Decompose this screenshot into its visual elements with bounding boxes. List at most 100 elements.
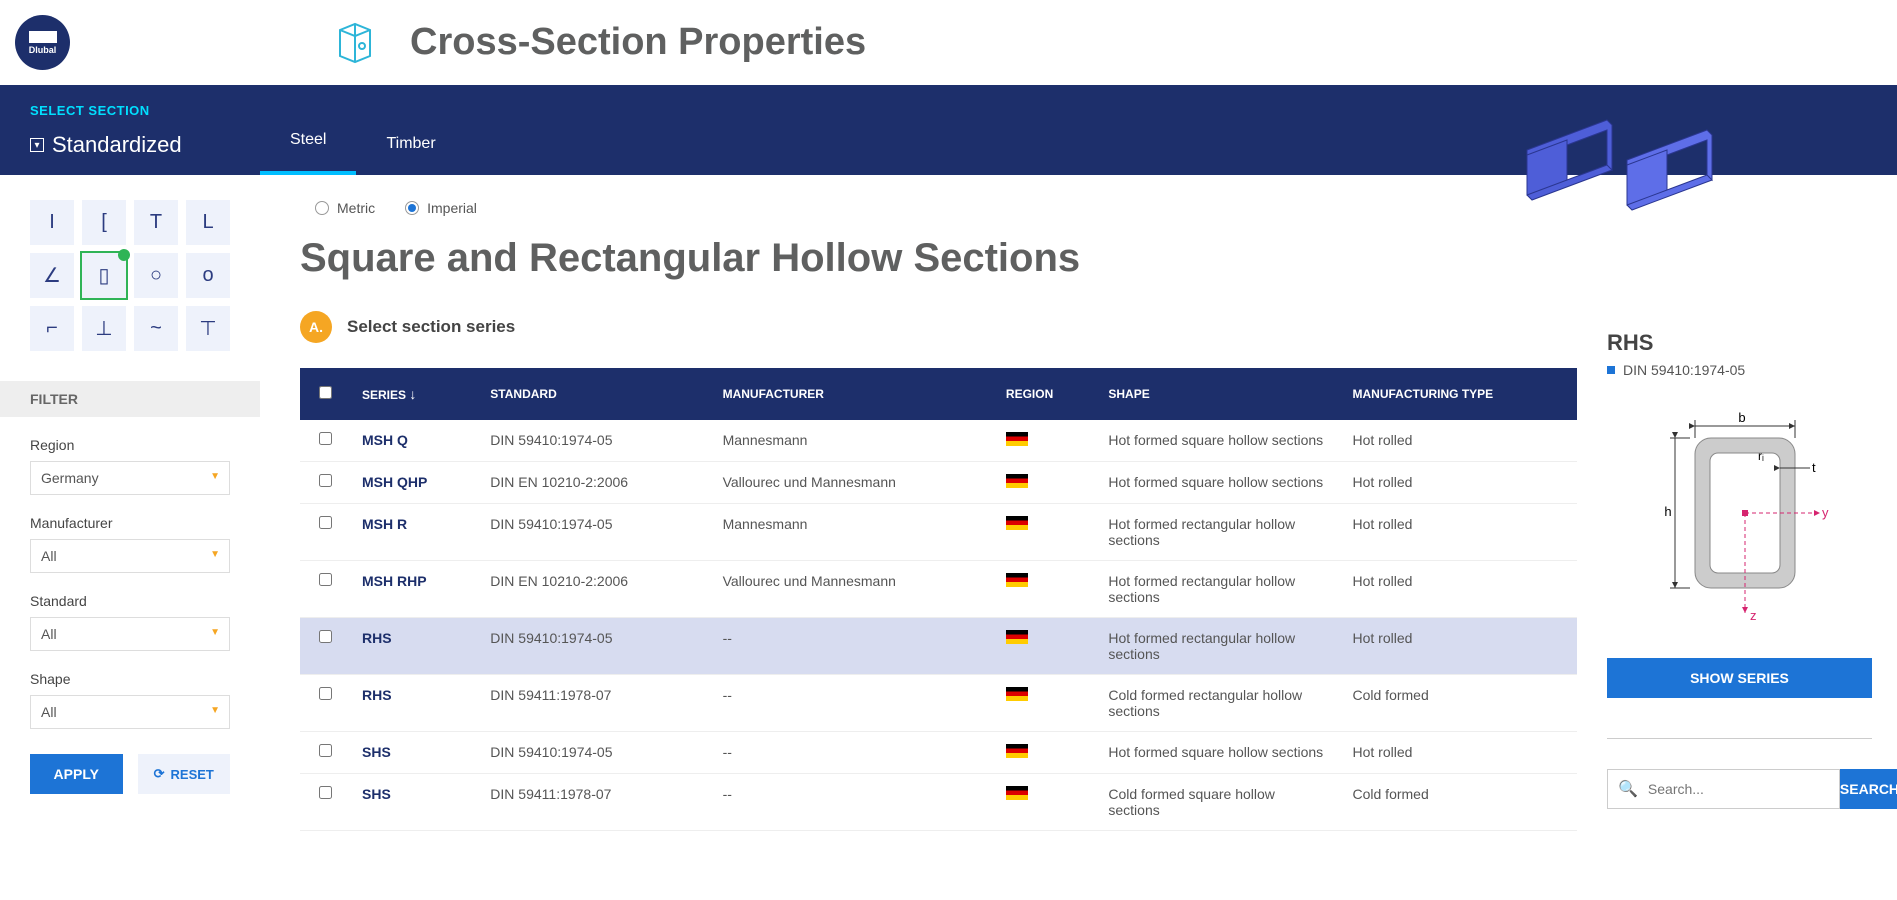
mfg-type-cell: Hot rolled xyxy=(1341,561,1578,618)
flag-de-icon xyxy=(1006,573,1028,587)
table-row[interactable]: MSH RHPDIN EN 10210-2:2006Vallourec und … xyxy=(300,561,1577,618)
th-checkbox[interactable] xyxy=(300,368,350,420)
standard-cell: DIN 59410:1974-05 xyxy=(478,420,710,462)
th-series[interactable]: SERIES ↓ xyxy=(350,368,478,420)
row-checkbox[interactable] xyxy=(319,516,332,529)
page-title: Cross-Section Properties xyxy=(410,21,866,64)
filter-manufacturer-label: Manufacturer xyxy=(30,515,230,531)
region-cell xyxy=(994,732,1096,774)
section-book-icon xyxy=(330,18,380,68)
search-input[interactable] xyxy=(1648,781,1829,797)
filter-shape-select[interactable]: All xyxy=(30,695,230,729)
shape-cell: Hot formed square hollow sections xyxy=(1096,462,1340,504)
filter-heading: FILTER xyxy=(30,391,230,407)
shape-option-4[interactable]: ∠ xyxy=(30,253,74,298)
shape-option-8[interactable]: ⌐ xyxy=(30,306,74,351)
unit-imperial-radio[interactable]: Imperial xyxy=(405,200,477,216)
region-cell xyxy=(994,420,1096,462)
shape-option-7[interactable]: o xyxy=(186,253,230,298)
shape-option-0[interactable]: I xyxy=(30,200,74,245)
shape-option-1[interactable]: [ xyxy=(82,200,126,245)
mfg-type-cell: Hot rolled xyxy=(1341,420,1578,462)
series-cell[interactable]: SHS xyxy=(350,732,478,774)
th-shape[interactable]: SHAPE xyxy=(1096,368,1340,420)
th-manufacturer[interactable]: MANUFACTURER xyxy=(711,368,994,420)
series-cell[interactable]: RHS xyxy=(350,675,478,732)
unit-imperial-label: Imperial xyxy=(427,200,477,216)
series-cell[interactable]: MSH R xyxy=(350,504,478,561)
brand-logo[interactable]: Dlubal xyxy=(15,15,70,70)
svg-text:z: z xyxy=(1750,608,1757,623)
mfg-type-cell: Cold formed xyxy=(1341,675,1578,732)
filter-standard-select[interactable]: All xyxy=(30,617,230,651)
chevron-down-icon: ▾ xyxy=(30,138,44,152)
manufacturer-cell: Mannesmann xyxy=(711,504,994,561)
shape-cell: Hot formed rectangular hollow sections xyxy=(1096,618,1340,675)
radio-icon xyxy=(315,201,329,215)
table-row[interactable]: MSH QHPDIN EN 10210-2:2006Vallourec und … xyxy=(300,462,1577,504)
manufacturer-cell: Vallourec und Mannesmann xyxy=(711,462,994,504)
region-cell xyxy=(994,675,1096,732)
filter-shape-label: Shape xyxy=(30,671,230,687)
reset-button[interactable]: ⟳ RESET xyxy=(138,754,231,794)
step-badge: A. xyxy=(300,311,332,343)
unit-metric-radio[interactable]: Metric xyxy=(315,200,375,216)
standard-cell: DIN 59410:1974-05 xyxy=(478,732,710,774)
standard-cell: DIN EN 10210-2:2006 xyxy=(478,561,710,618)
row-checkbox[interactable] xyxy=(319,786,332,799)
row-checkbox[interactable] xyxy=(319,573,332,586)
shape-cell: Hot formed square hollow sections xyxy=(1096,420,1340,462)
mfg-type-cell: Cold formed xyxy=(1341,774,1578,831)
filter-region-label: Region xyxy=(30,437,230,453)
th-standard[interactable]: STANDARD xyxy=(478,368,710,420)
standardized-dropdown[interactable]: ▾ Standardized xyxy=(30,132,260,158)
table-row[interactable]: SHSDIN 59410:1974-05--Hot formed square … xyxy=(300,732,1577,774)
shape-option-9[interactable]: ⊥ xyxy=(82,306,126,351)
series-cell[interactable]: MSH Q xyxy=(350,420,478,462)
row-checkbox[interactable] xyxy=(319,432,332,445)
shape-option-6[interactable]: ○ xyxy=(134,253,178,298)
table-row[interactable]: MSH QDIN 59410:1974-05Mannesmann Hot form… xyxy=(300,420,1577,462)
manufacturer-cell: -- xyxy=(711,732,994,774)
shape-option-10[interactable]: ~ xyxy=(134,306,178,351)
svg-text:h: h xyxy=(1664,504,1671,519)
flag-de-icon xyxy=(1006,786,1028,800)
table-row[interactable]: SHSDIN 59411:1978-07--Cold formed square… xyxy=(300,774,1577,831)
table-row[interactable]: RHSDIN 59410:1974-05--Hot formed rectang… xyxy=(300,618,1577,675)
row-checkbox[interactable] xyxy=(319,744,332,757)
series-cell[interactable]: SHS xyxy=(350,774,478,831)
mfg-type-cell: Hot rolled xyxy=(1341,462,1578,504)
section-preview: b h t rᵢ xyxy=(1607,398,1872,638)
standard-cell: DIN 59411:1978-07 xyxy=(478,675,710,732)
filter-manufacturer-select[interactable]: All xyxy=(30,539,230,573)
shape-option-5[interactable]: ▯ xyxy=(82,253,126,298)
row-checkbox[interactable] xyxy=(319,474,332,487)
series-cell[interactable]: MSH QHP xyxy=(350,462,478,504)
unit-metric-label: Metric xyxy=(337,200,375,216)
apply-button[interactable]: APPLY xyxy=(30,754,123,794)
search-button[interactable]: SEARCH xyxy=(1840,769,1897,809)
table-row[interactable]: MSH RDIN 59410:1974-05MannesmannHot form… xyxy=(300,504,1577,561)
th-mfg-type[interactable]: MANUFACTURING TYPE xyxy=(1341,368,1578,420)
shape-option-11[interactable]: ⊤ xyxy=(186,306,230,351)
tab-timber[interactable]: Timber xyxy=(356,135,465,175)
th-region[interactable]: REGION xyxy=(994,368,1096,420)
series-cell[interactable]: RHS xyxy=(350,618,478,675)
shape-option-3[interactable]: L xyxy=(186,200,230,245)
step-text: Select section series xyxy=(347,317,515,337)
table-row[interactable]: RHSDIN 59411:1978-07--Cold formed rectan… xyxy=(300,675,1577,732)
shape-option-2[interactable]: T xyxy=(134,200,178,245)
manufacturer-cell: -- xyxy=(711,618,994,675)
row-checkbox[interactable] xyxy=(319,687,332,700)
manufacturer-cell: Mannesmann xyxy=(711,420,994,462)
series-cell[interactable]: MSH RHP xyxy=(350,561,478,618)
row-checkbox[interactable] xyxy=(319,630,332,643)
flag-de-icon xyxy=(1006,687,1028,701)
flag-de-icon xyxy=(1006,744,1028,758)
region-cell xyxy=(994,504,1096,561)
series-table: SERIES ↓ STANDARD MANUFACTURER REGION SH… xyxy=(300,368,1577,831)
tab-steel[interactable]: Steel xyxy=(260,131,356,175)
shape-cell: Hot formed rectangular hollow sections xyxy=(1096,504,1340,561)
show-series-button[interactable]: SHOW SERIES xyxy=(1607,658,1872,698)
filter-region-select[interactable]: Germany xyxy=(30,461,230,495)
